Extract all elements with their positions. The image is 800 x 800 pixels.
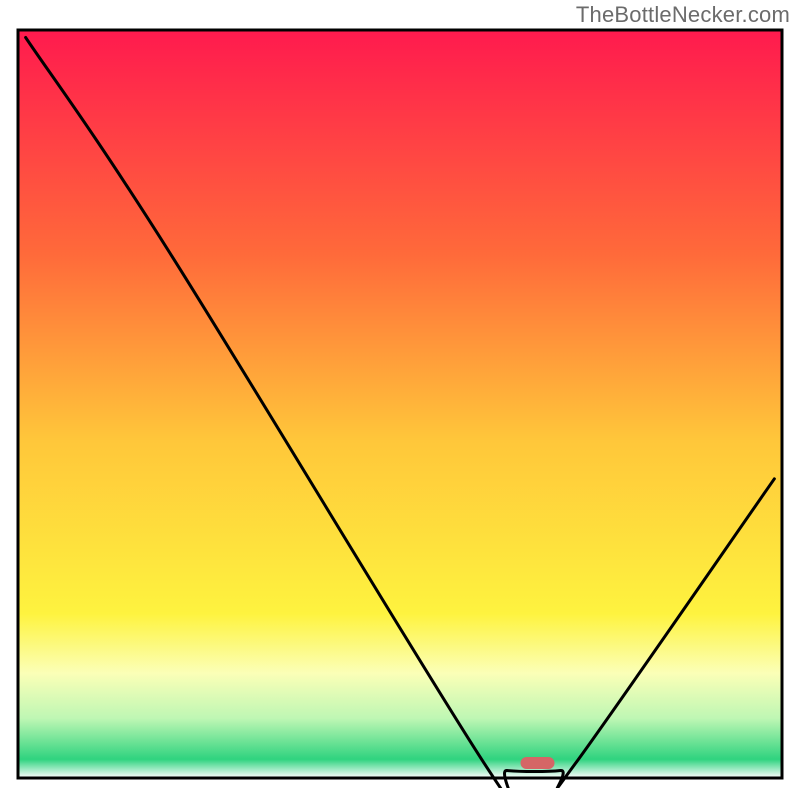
optimal-marker xyxy=(521,757,555,769)
gradient-background xyxy=(18,30,782,778)
attribution-text: TheBottleNecker.com xyxy=(576,2,790,28)
chart-frame: TheBottleNecker.com xyxy=(0,0,800,800)
chart-svg xyxy=(10,28,790,788)
chart-canvas xyxy=(10,28,790,788)
